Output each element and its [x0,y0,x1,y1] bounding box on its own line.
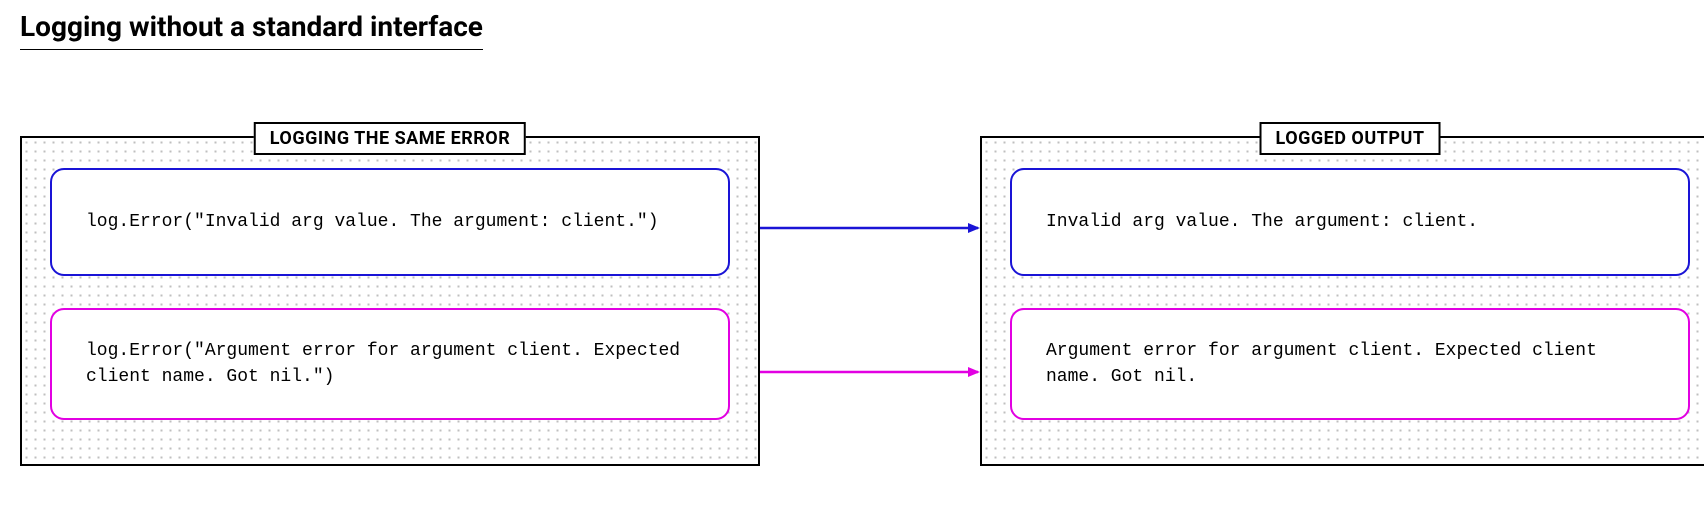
code-box-blue-left: log.Error("Invalid arg value. The argume… [50,168,730,276]
output-box-pink-right: Argument error for argument client. Expe… [1010,308,1690,420]
panel-logging: LOGGING THE SAME ERROR log.Error("Invali… [20,136,760,466]
panel-output-label: LOGGED OUTPUT [1260,122,1441,155]
panel-logging-label: LOGGING THE SAME ERROR [254,122,526,155]
page-title: Logging without a standard interface [20,10,483,50]
diagram-container: LOGGING THE SAME ERROR log.Error("Invali… [20,120,1684,480]
code-box-pink-left: log.Error("Argument error for argument c… [50,308,730,420]
panel-output: LOGGED OUTPUT Invalid arg value. The arg… [980,136,1704,466]
output-box-blue-right: Invalid arg value. The argument: client. [1010,168,1690,276]
